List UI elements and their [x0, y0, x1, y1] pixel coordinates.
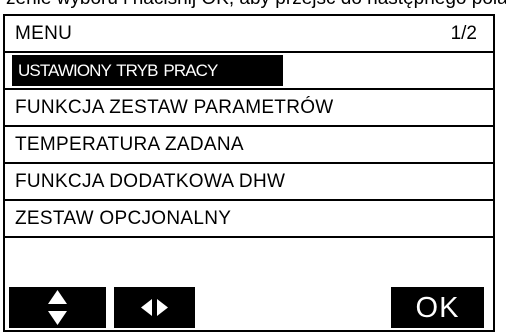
menu-item-label: TEMPERATURA ZADANA — [15, 134, 244, 155]
menu-item-selected[interactable]: USTAWIONY TRYB PRACY — [12, 55, 283, 86]
menu-item[interactable]: FUNKCJA ZESTAW PARAMETRÓW — [5, 90, 493, 127]
page-indicator: 1/2 — [450, 23, 477, 44]
menu-item-selected-label: USTAWIONY TRYB PRACY — [18, 61, 218, 80]
menu-item[interactable]: ZESTAW OPCJONALNY — [5, 201, 493, 238]
left-right-button[interactable] — [114, 287, 195, 328]
ok-button[interactable]: OK — [391, 287, 484, 328]
up-down-arrows-icon — [48, 290, 67, 325]
menu-item-selected-row[interactable]: USTAWIONY TRYB PRACY — [5, 53, 493, 90]
menu-panel: MENU 1/2 USTAWIONY TRYB PRACY FUNKCJA ZE… — [3, 14, 495, 332]
up-down-button[interactable] — [9, 287, 106, 328]
menu-title: MENU — [15, 23, 73, 44]
menu-header-row: MENU 1/2 — [5, 16, 493, 53]
left-right-arrows-icon — [141, 299, 168, 316]
caption-text: zenie wyboru i naciśnij OK, aby przejść … — [6, 0, 506, 10]
ok-button-label: OK — [415, 292, 460, 324]
menu-item-label: FUNKCJA DODATKOWA DHW — [15, 171, 286, 192]
caption-strip: zenie wyboru i naciśnij OK, aby przejść … — [0, 0, 506, 14]
menu-item[interactable]: TEMPERATURA ZADANA — [5, 127, 493, 164]
menu-item[interactable]: FUNKCJA DODATKOWA DHW — [5, 164, 493, 201]
menu-item-label: FUNKCJA ZESTAW PARAMETRÓW — [15, 97, 334, 118]
menu-item-label: ZESTAW OPCJONALNY — [15, 208, 232, 229]
